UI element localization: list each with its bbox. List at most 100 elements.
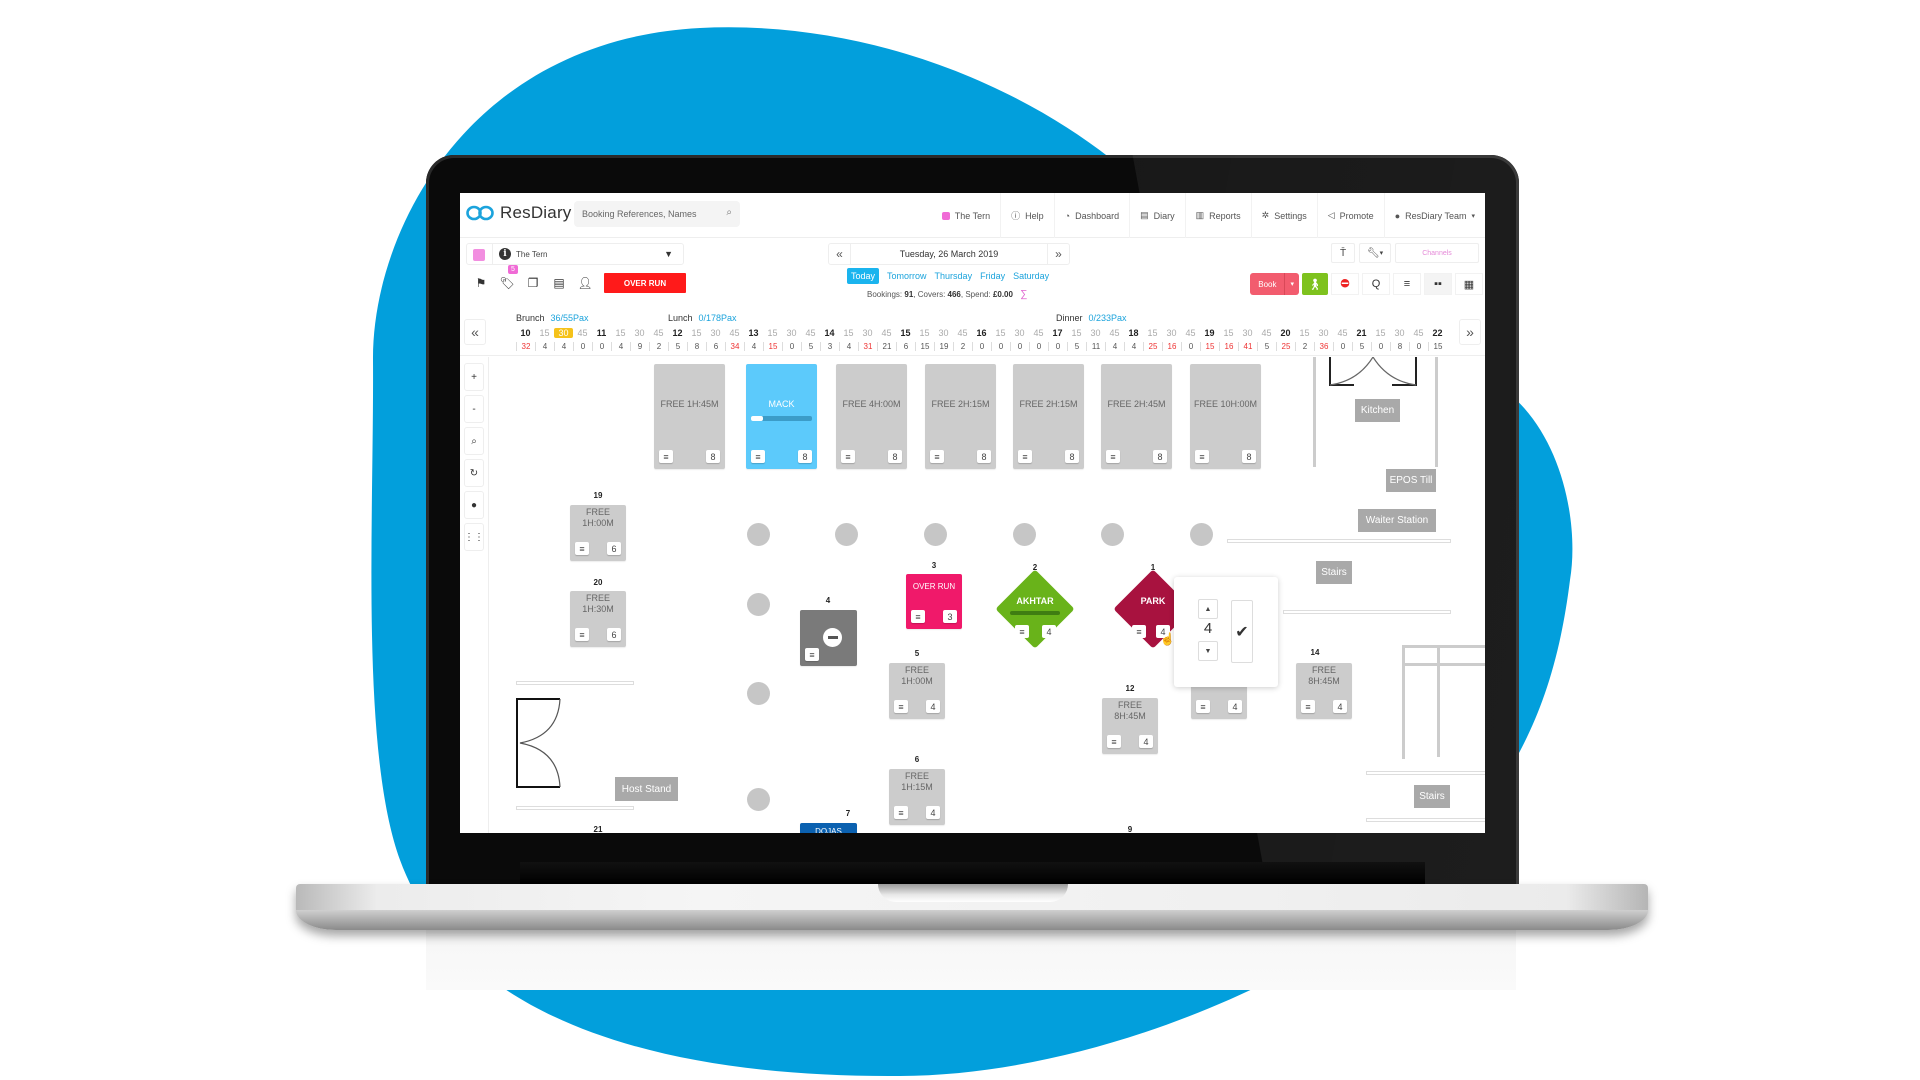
table-6[interactable]: FREE 1H:15M ≡ 4 — [889, 769, 945, 825]
list-view-toggle[interactable]: ≡ — [1393, 273, 1421, 295]
nav-reports[interactable]: ▥ Reports — [1184, 193, 1251, 238]
table-20[interactable]: FREE 1H:30M ≡ 6 — [570, 591, 626, 647]
time-slot[interactable]: 10 — [516, 328, 535, 338]
timeline-next-button[interactable]: » — [1459, 319, 1481, 345]
block-button[interactable]: ⛔︎ — [1331, 273, 1359, 295]
nav-help[interactable]: ⓘ Help — [1000, 193, 1054, 238]
time-slot[interactable]: 45 — [649, 328, 668, 338]
book-dropdown-caret[interactable]: ▾ — [1284, 273, 1299, 295]
time-slot[interactable]: 22 — [1428, 328, 1447, 338]
table-2-akhtar[interactable] — [995, 569, 1075, 649]
time-slot[interactable]: 45 — [953, 328, 972, 338]
period-brunch[interactable]: Brunch 36/55Pax — [516, 313, 589, 323]
covers-count[interactable]: 4 — [1042, 625, 1056, 638]
covers-count[interactable]: 8 — [977, 450, 991, 463]
time-slot[interactable]: 45 — [1257, 328, 1276, 338]
table-14[interactable]: FREE 8H:45M ≡ 4 — [1296, 663, 1352, 719]
zoom-out-button[interactable]: - — [464, 395, 484, 423]
table-top-5[interactable]: FREE 2H:15M ≡ 8 — [1013, 364, 1084, 469]
notes-icon[interactable]: ≡ — [1107, 735, 1121, 748]
grid-button[interactable]: ⋮⋮ — [464, 523, 484, 551]
time-slot[interactable]: 30 — [630, 328, 649, 338]
tags-button[interactable]: 🏷︎ 5 — [494, 265, 520, 293]
notes-icon[interactable]: ≡ — [1132, 625, 1146, 638]
time-slot[interactable]: 15 — [839, 328, 858, 338]
time-slot[interactable]: 15 — [896, 328, 915, 338]
table-top-6[interactable]: FREE 2H:45M ≡ 8 — [1101, 364, 1172, 469]
nav-settings[interactable]: ✲ Settings — [1250, 193, 1317, 238]
notes-icon[interactable]: ≡ — [894, 700, 908, 713]
floor-view-toggle[interactable]: ▪▪ — [1424, 273, 1452, 295]
time-slot[interactable]: 30 — [934, 328, 953, 338]
logo[interactable]: ResDiary — [466, 203, 572, 223]
table-4-blocked[interactable]: ≡ — [800, 610, 857, 666]
covers-count[interactable]: 8 — [1153, 450, 1167, 463]
search-icon[interactable]: ⌕ — [726, 207, 732, 218]
notes-icon[interactable]: ≡ — [805, 648, 819, 661]
covers-count[interactable]: 6 — [607, 542, 621, 555]
notes-icon[interactable]: ≡ — [1106, 450, 1120, 463]
time-slot[interactable]: 45 — [877, 328, 896, 338]
time-slot[interactable]: 30 — [554, 328, 573, 338]
notes-icon[interactable]: ≡ — [911, 610, 925, 623]
table-7[interactable]: DOJAS — [800, 823, 857, 833]
notes-icon[interactable]: ≡ — [575, 628, 589, 641]
period-dinner[interactable]: Dinner 0/233Pax — [1056, 313, 1127, 323]
notes-icon[interactable]: ≡ — [1196, 700, 1210, 713]
remove-guest-button[interactable]: 👤︎ — [572, 273, 598, 293]
time-slot[interactable]: 15 — [1219, 328, 1238, 338]
copy-button[interactable]: ❐ — [520, 273, 546, 293]
time-slot[interactable]: 15 — [915, 328, 934, 338]
time-slot[interactable]: 30 — [1314, 328, 1333, 338]
time-slot[interactable]: 15 — [1371, 328, 1390, 338]
table-5[interactable]: FREE 1H:00M ≡ 4 — [889, 663, 945, 719]
time-slot[interactable]: 30 — [1010, 328, 1029, 338]
time-slot[interactable]: 15 — [763, 328, 782, 338]
time-slot[interactable]: 15 — [1067, 328, 1086, 338]
notes-icon[interactable]: ≡ — [930, 450, 944, 463]
notes-icon[interactable]: ≡ — [659, 450, 673, 463]
table-19[interactable]: FREE 1H:00M ≡ 6 — [570, 505, 626, 561]
notes-icon[interactable]: ≡ — [841, 450, 855, 463]
covers-count[interactable]: 4 — [1228, 700, 1242, 713]
tools-dropdown[interactable]: 🔧︎ ▾ — [1359, 243, 1391, 263]
table-top-3[interactable]: FREE 4H:00M ≡ 8 — [836, 364, 907, 469]
notes-icon[interactable]: ≡ — [1015, 625, 1029, 638]
time-slot[interactable]: 15 — [1143, 328, 1162, 338]
covers-count[interactable]: 4 — [926, 806, 940, 819]
covers-count[interactable]: 8 — [706, 450, 720, 463]
time-slot[interactable]: 17 — [1048, 328, 1067, 338]
time-slot[interactable]: 45 — [801, 328, 820, 338]
time-slot[interactable]: 45 — [1333, 328, 1352, 338]
notes-icon[interactable]: ≡ — [751, 450, 765, 463]
time-slot[interactable]: 19 — [1200, 328, 1219, 338]
covers-count[interactable]: 4 — [1333, 700, 1347, 713]
nav-venue[interactable]: The Tern — [932, 193, 1000, 238]
table-12[interactable]: FREE 8H:45M ≡ 4 — [1102, 698, 1158, 754]
list-view-button[interactable]: ▤ — [546, 273, 572, 293]
time-slot[interactable]: 16 — [972, 328, 991, 338]
time-slot[interactable]: 21 — [1352, 328, 1371, 338]
nav-promote[interactable]: ◁ Promote — [1316, 193, 1384, 238]
table-top-2[interactable]: MACK ≡ 8 — [746, 364, 817, 469]
tab-thursday[interactable]: Thursday — [935, 271, 973, 281]
tab-today[interactable]: Today — [847, 268, 880, 284]
search-floor-button[interactable]: ⌕ — [464, 427, 484, 455]
table-view-toggle[interactable]: ▦ — [1455, 273, 1483, 295]
overrun-button[interactable]: OVER RUN — [604, 273, 686, 293]
covers-value[interactable]: 4 — [1198, 620, 1218, 637]
covers-count[interactable]: 4 — [926, 700, 940, 713]
time-slot[interactable]: 14 — [820, 328, 839, 338]
time-slot[interactable]: 18 — [1124, 328, 1143, 338]
period-lunch[interactable]: Lunch 0/178Pax — [668, 313, 737, 323]
notes-icon[interactable]: ≡ — [575, 542, 589, 555]
covers-count[interactable]: 8 — [1065, 450, 1079, 463]
time-slot[interactable]: 30 — [1238, 328, 1257, 338]
zoom-in-button[interactable]: + — [464, 363, 484, 391]
increment-button[interactable]: ▲ — [1198, 599, 1218, 619]
time-slot[interactable]: 45 — [1181, 328, 1200, 338]
covers-count[interactable]: 4 — [1139, 735, 1153, 748]
previous-day-button[interactable]: « — [829, 244, 851, 264]
guest-button[interactable]: ● — [464, 491, 484, 519]
time-slot[interactable]: 30 — [1162, 328, 1181, 338]
